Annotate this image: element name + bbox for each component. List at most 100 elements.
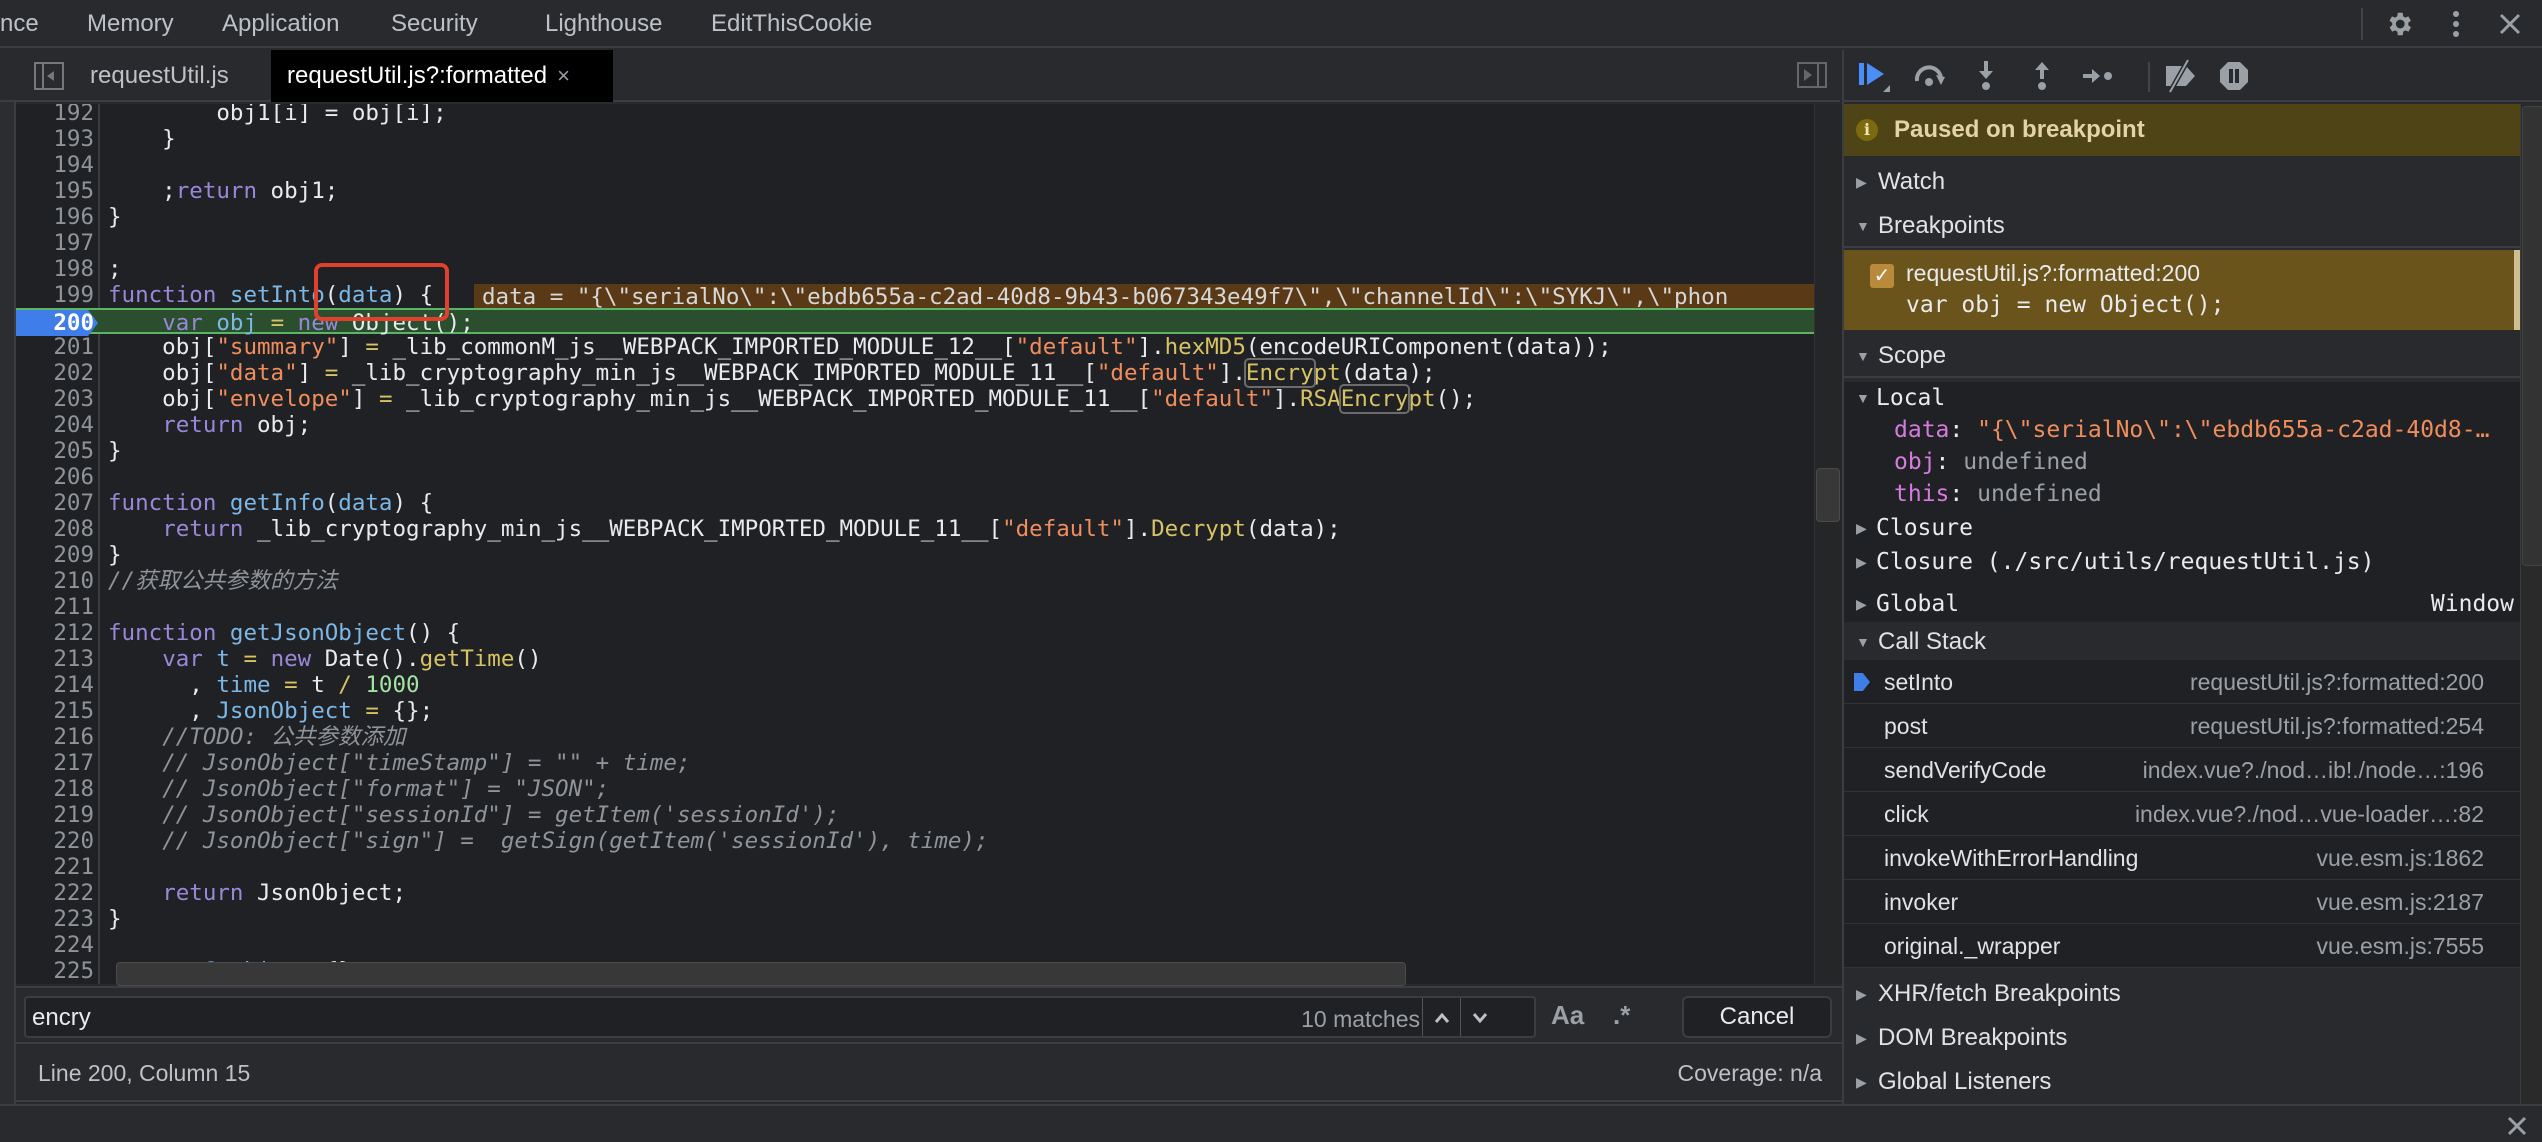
line-number[interactable]: 211 bbox=[16, 594, 94, 620]
code-line[interactable]: 218 // JsonObject["format"] = "JSON"; bbox=[16, 776, 1814, 802]
line-number[interactable]: 222 bbox=[16, 880, 94, 906]
tab-security[interactable]: Security bbox=[391, 0, 478, 48]
step-button[interactable] bbox=[2078, 58, 2118, 94]
line-number[interactable]: 202 bbox=[16, 360, 94, 386]
code-line[interactable]: 213 var t = new Date().getTime() bbox=[16, 646, 1814, 672]
close-tab-icon[interactable]: × bbox=[557, 63, 570, 88]
line-number[interactable]: 209 bbox=[16, 542, 94, 568]
code-line[interactable]: 203 obj["envelope"] = _lib_cryptography_… bbox=[16, 384, 1814, 414]
match-case-toggle[interactable]: Aa bbox=[1551, 1000, 1584, 1031]
line-number[interactable]: 196 bbox=[16, 204, 94, 230]
vertical-scrollbar-thumb[interactable] bbox=[1816, 468, 1840, 522]
call-frame[interactable]: click index.vue?./nod…vue-loader…:82 bbox=[1844, 792, 2520, 836]
close-icon[interactable] bbox=[2492, 6, 2528, 42]
step-into-button[interactable] bbox=[1966, 58, 2006, 94]
step-out-button[interactable] bbox=[2022, 58, 2062, 94]
code-line[interactable]: 199 function setInto(data) {data = "{\"se… bbox=[16, 282, 1814, 308]
code-line[interactable]: 195 ;return obj1; bbox=[16, 178, 1814, 204]
code-line[interactable]: 200 var obj = new Object(); bbox=[16, 308, 1814, 336]
cancel-search-button[interactable]: Cancel bbox=[1682, 996, 1832, 1038]
code-line[interactable]: 221 bbox=[16, 854, 1814, 880]
code-line[interactable]: 219 // JsonObject["sessionId"] = getItem… bbox=[16, 802, 1814, 828]
toggle-navigator-icon[interactable] bbox=[34, 62, 64, 90]
line-number[interactable]: 204 bbox=[16, 412, 94, 438]
step-over-button[interactable] bbox=[1910, 58, 1950, 94]
previous-match-button[interactable] bbox=[1422, 998, 1460, 1036]
tab-editthiscookie[interactable]: EditThisCookie bbox=[711, 0, 872, 48]
line-number[interactable]: 194 bbox=[16, 152, 94, 178]
code-line[interactable]: 222 return JsonObject; bbox=[16, 880, 1814, 906]
line-number[interactable]: 212 bbox=[16, 620, 94, 646]
line-number[interactable]: 219 bbox=[16, 802, 94, 828]
horizontal-scrollbar-thumb[interactable] bbox=[116, 962, 1406, 986]
frame-location[interactable]: requestUtil.js?:formatted:254 bbox=[2190, 704, 2484, 748]
line-number[interactable]: 220 bbox=[16, 828, 94, 854]
line-number[interactable]: 198 bbox=[16, 256, 94, 282]
code-line[interactable]: 196} bbox=[16, 204, 1814, 230]
call-frame[interactable]: setInto requestUtil.js?:formatted:200 bbox=[1844, 660, 2520, 704]
code-line[interactable]: 223} bbox=[16, 906, 1814, 932]
line-number[interactable]: 221 bbox=[16, 854, 94, 880]
line-number[interactable]: 216 bbox=[16, 724, 94, 750]
close-drawer-icon[interactable] bbox=[2506, 1112, 2528, 1142]
code-line[interactable]: 194 bbox=[16, 152, 1814, 178]
deactivate-breakpoints-button[interactable] bbox=[2160, 58, 2200, 94]
scope-var-obj[interactable]: obj: undefined bbox=[1844, 446, 2520, 478]
tab-memory[interactable]: Memory bbox=[87, 0, 174, 48]
line-number[interactable]: 192 bbox=[16, 104, 94, 126]
sidebar-scrollbar-thumb[interactable] bbox=[2522, 106, 2542, 566]
tab-performance[interactable]: nce bbox=[0, 0, 39, 48]
code-line[interactable]: 220 // JsonObject["sign"] = getSign(getI… bbox=[16, 828, 1814, 854]
section-global-listeners[interactable]: ▶ Global Listeners bbox=[1844, 1060, 2520, 1104]
call-frame[interactable]: original._wrapper vue.esm.js:7555 bbox=[1844, 924, 2520, 968]
line-number[interactable]: 193 bbox=[16, 126, 94, 152]
line-number[interactable]: 225 bbox=[16, 958, 94, 984]
section-xhr-breakpoints[interactable]: ▶ XHR/fetch Breakpoints bbox=[1844, 972, 2520, 1016]
code-line[interactable]: 215 , JsonObject = {}; bbox=[16, 698, 1814, 724]
next-match-button[interactable] bbox=[1460, 998, 1498, 1036]
code-line[interactable]: 192 obj1[i] = obj[i]; bbox=[16, 104, 1814, 126]
regex-toggle[interactable]: .* bbox=[1613, 1000, 1630, 1031]
call-frame[interactable]: post requestUtil.js?:formatted:254 bbox=[1844, 704, 2520, 748]
code-line[interactable]: 204 return obj; bbox=[16, 412, 1814, 438]
call-frame[interactable]: invoker vue.esm.js:2187 bbox=[1844, 880, 2520, 924]
line-number[interactable]: 217 bbox=[16, 750, 94, 776]
line-number[interactable]: 208 bbox=[16, 516, 94, 542]
cursor-position[interactable]: Line 200, Column 15 bbox=[38, 1060, 250, 1087]
frame-location[interactable]: vue.esm.js:2187 bbox=[2317, 880, 2484, 924]
code-line[interactable]: 224 bbox=[16, 932, 1814, 958]
call-frame[interactable]: sendVerifyCode index.vue?./nod…ib!./node… bbox=[1844, 748, 2520, 792]
code-line[interactable]: 207 function getInfo(data) { bbox=[16, 490, 1814, 516]
code-line[interactable]: 201 obj["summary"] = _lib_commonM_js__WE… bbox=[16, 334, 1814, 360]
line-number[interactable]: 205 bbox=[16, 438, 94, 464]
section-dom-breakpoints[interactable]: ▶ DOM Breakpoints bbox=[1844, 1016, 2520, 1060]
breakpoint-checkbox[interactable]: ✓ bbox=[1870, 264, 1894, 288]
scope-global[interactable]: ▶ Global Window bbox=[1844, 588, 2520, 622]
line-number[interactable]: 210 bbox=[16, 568, 94, 594]
line-number[interactable]: 214 bbox=[16, 672, 94, 698]
line-number[interactable]: 197 bbox=[16, 230, 94, 256]
section-breakpoints[interactable]: ▼ Breakpoints bbox=[1844, 204, 2520, 248]
toggle-debugger-icon[interactable] bbox=[1797, 62, 1827, 88]
code-line[interactable]: 198; bbox=[16, 256, 1814, 282]
frame-location[interactable]: vue.esm.js:7555 bbox=[2317, 924, 2484, 968]
line-number[interactable]: 199 bbox=[16, 282, 94, 308]
code-line[interactable]: 210 //获取公共参数的方法 bbox=[16, 568, 1814, 594]
line-number[interactable]: 215 bbox=[16, 698, 94, 724]
tab-lighthouse[interactable]: Lighthouse bbox=[545, 0, 662, 48]
code-line[interactable]: 202 obj["data"] = _lib_cryptography_min_… bbox=[16, 358, 1814, 388]
code-line[interactable]: 209} bbox=[16, 542, 1814, 568]
code-line[interactable]: 212 function getJsonObject() { bbox=[16, 620, 1814, 646]
code-line[interactable]: 216 //TODO: 公共参数添加 bbox=[16, 724, 1814, 750]
tab-requestutil-formatted[interactable]: requestUtil.js?:formatted × bbox=[271, 50, 613, 102]
tab-requestutil-js[interactable]: requestUtil.js bbox=[90, 50, 229, 102]
code-line[interactable]: 197 bbox=[16, 230, 1814, 256]
scope-var-data[interactable]: data: "{\"serialNo\":\"ebdb655a-c2ad-40d… bbox=[1844, 414, 2520, 446]
code-line[interactable]: 205} bbox=[16, 438, 1814, 464]
vertical-scrollbar-track[interactable] bbox=[1814, 104, 1842, 984]
line-number[interactable]: 213 bbox=[16, 646, 94, 672]
code-line[interactable]: 211 bbox=[16, 594, 1814, 620]
section-call-stack[interactable]: ▼ Call Stack bbox=[1844, 622, 2520, 662]
line-number[interactable]: 207 bbox=[16, 490, 94, 516]
more-vert-icon[interactable] bbox=[2438, 6, 2474, 42]
